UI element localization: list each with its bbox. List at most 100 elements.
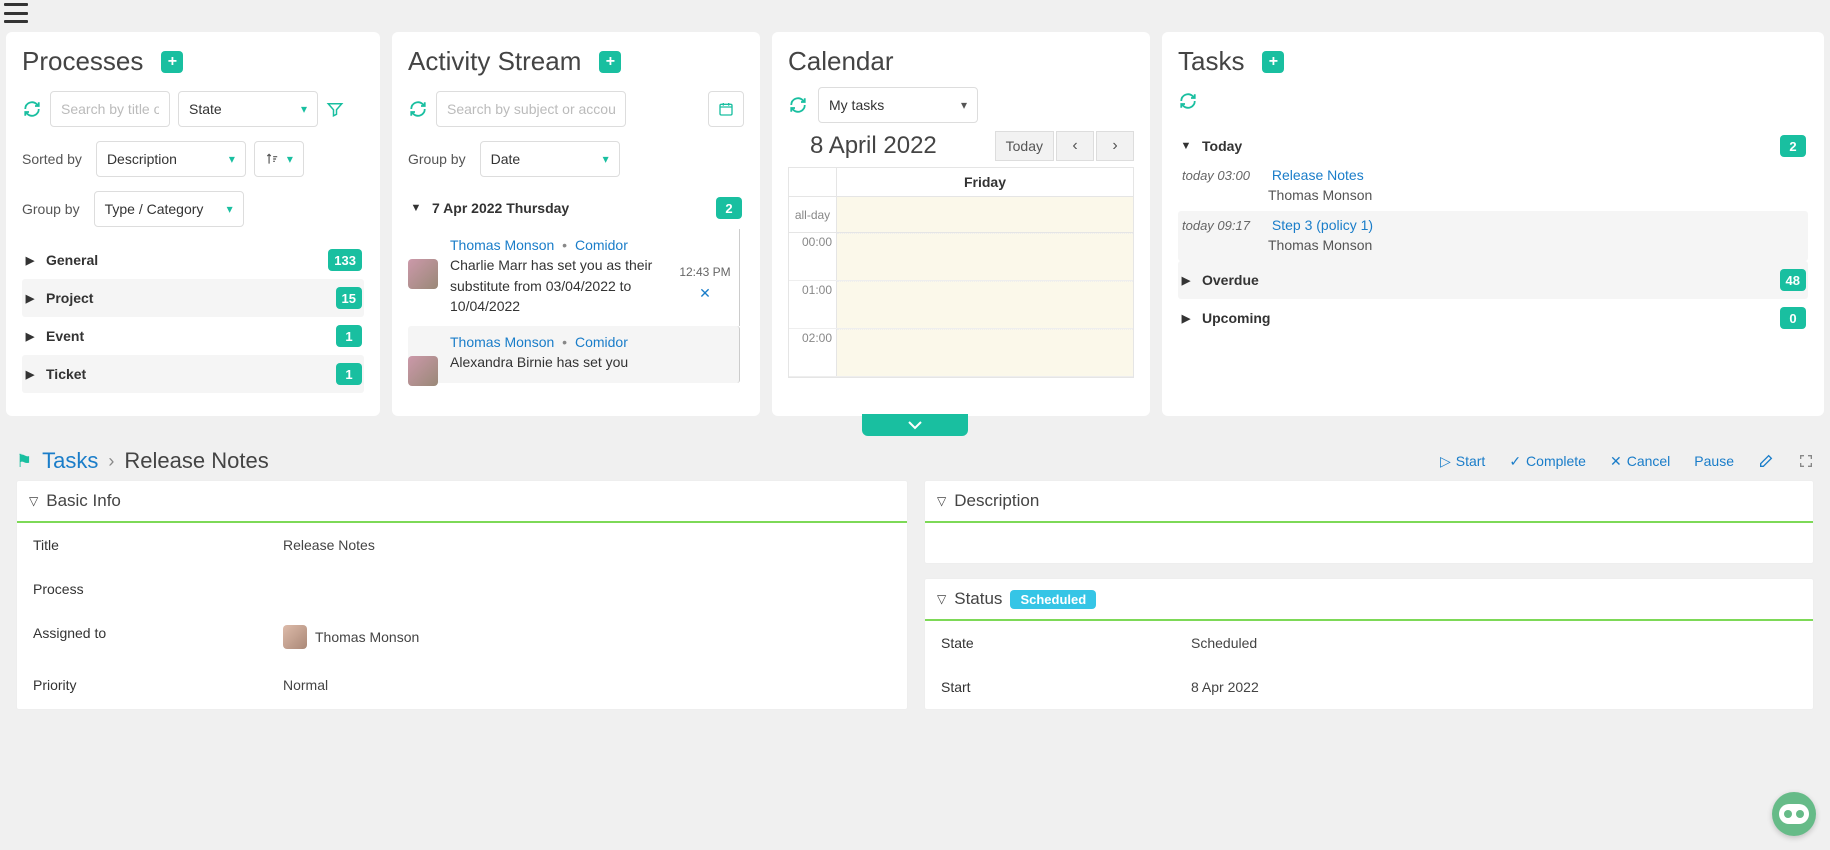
activity-dismiss-icon[interactable]: ✕ — [699, 285, 711, 302]
description-title: Description — [954, 491, 1039, 511]
calendar-time-label: 02:00 — [789, 329, 837, 376]
activity-user-link[interactable]: Thomas Monson — [450, 334, 554, 350]
sort-direction-button[interactable]: ▾ — [254, 141, 304, 177]
activity-group-value: Date — [491, 151, 521, 167]
calendar-next-button[interactable]: › — [1096, 131, 1134, 161]
description-header[interactable]: ▽ Description — [925, 481, 1813, 523]
triangle-down-icon: ▽ — [937, 494, 946, 508]
task-link[interactable]: Release Notes — [1272, 167, 1364, 183]
filter-icon[interactable] — [326, 100, 344, 118]
collapse-dashboard-button[interactable] — [862, 414, 968, 436]
calendar-card: Calendar My tasks ▾ 8 April 2022 Today ‹… — [772, 32, 1150, 416]
sort-select-value: Description — [107, 151, 177, 167]
activity-org-link[interactable]: Comidor — [575, 237, 628, 253]
group-project[interactable]: ▶Project 15 — [22, 279, 364, 317]
tasks-today-count: 2 — [1780, 135, 1806, 157]
field-state-label: State — [941, 635, 1191, 651]
calendar-slot[interactable] — [837, 329, 1133, 376]
calendar-title-text: Calendar — [788, 46, 894, 77]
add-task-button[interactable]: + — [1262, 51, 1284, 73]
processes-search-input[interactable] — [50, 91, 170, 127]
status-section: ▽ Status Scheduled State Scheduled Start… — [924, 578, 1814, 710]
calendar-scope-select[interactable]: My tasks ▾ — [818, 87, 978, 123]
tasks-upcoming-label: Upcoming — [1202, 310, 1270, 326]
status-header[interactable]: ▽ Status Scheduled — [925, 579, 1813, 621]
field-priority-value: Normal — [283, 677, 328, 693]
calendar-day-name: Friday — [837, 168, 1133, 196]
tasks-overdue-count: 48 — [1780, 269, 1806, 291]
edit-icon[interactable] — [1758, 453, 1774, 469]
group-by-label: Group by — [22, 201, 80, 217]
calendar-allday-slot[interactable] — [837, 197, 1133, 232]
sort-select[interactable]: Description ▾ — [96, 141, 246, 177]
calendar-time-label: 01:00 — [789, 281, 837, 328]
processes-card: Processes + State ▾ Sorted by Descriptio… — [6, 32, 380, 416]
calendar-refresh-icon[interactable] — [788, 95, 808, 115]
calendar-prev-button[interactable]: ‹ — [1056, 131, 1094, 161]
field-title-label: Title — [33, 537, 283, 553]
activity-org-link[interactable]: Comidor — [575, 334, 628, 350]
separator-dot: • — [562, 334, 567, 350]
activity-day-header[interactable]: ▼7 Apr 2022 Thursday 2 — [408, 191, 744, 229]
group-label: Ticket — [46, 366, 86, 382]
caret-down-icon: ▼ — [1180, 140, 1192, 152]
flag-icon: ⚑ — [16, 451, 32, 472]
group-event[interactable]: ▶Event 1 — [22, 317, 364, 355]
complete-action[interactable]: ✓Complete — [1509, 453, 1586, 470]
activity-group-select[interactable]: Date ▾ — [480, 141, 620, 177]
calendar-title: Calendar — [788, 46, 1134, 77]
task-item[interactable]: today 03:00 Release Notes Thomas Monson — [1178, 161, 1808, 211]
activity-day-count: 2 — [716, 197, 742, 219]
group-general[interactable]: ▶General 133 — [22, 241, 364, 279]
chevron-down-icon: ▾ — [603, 152, 609, 166]
status-badge: Scheduled — [1010, 590, 1096, 609]
processes-refresh-icon[interactable] — [22, 99, 42, 119]
calendar-today-button[interactable]: Today — [995, 131, 1054, 161]
caret-right-icon: ▶ — [24, 292, 36, 305]
chatbot-button[interactable] — [1772, 792, 1816, 836]
fullscreen-icon[interactable] — [1798, 453, 1814, 469]
state-select[interactable]: State ▾ — [178, 91, 318, 127]
triangle-down-icon: ▽ — [937, 592, 946, 606]
breadcrumb-leaf: Release Notes — [124, 448, 268, 474]
add-process-button[interactable]: + — [161, 51, 183, 73]
caret-down-icon: ▼ — [410, 202, 422, 214]
menu-button[interactable] — [4, 3, 28, 23]
activity-search-input[interactable] — [436, 91, 626, 127]
basic-info-header[interactable]: ▽ Basic Info — [17, 481, 907, 523]
group-select-value: Type / Category — [105, 201, 204, 217]
triangle-down-icon: ▽ — [29, 494, 38, 508]
activity-refresh-icon[interactable] — [408, 99, 428, 119]
tasks-refresh-icon[interactable] — [1178, 91, 1198, 111]
group-label: Event — [46, 328, 84, 344]
cancel-label: Cancel — [1627, 453, 1671, 469]
activity-item[interactable]: Thomas Monson • Comidor Charlie Marr has… — [408, 229, 740, 326]
sorted-by-label: Sorted by — [22, 151, 82, 167]
task-item[interactable]: today 09:17 Step 3 (policy 1) Thomas Mon… — [1178, 211, 1808, 261]
start-action[interactable]: ▷Start — [1440, 453, 1485, 470]
start-label: Start — [1456, 453, 1486, 469]
activity-item[interactable]: Thomas Monson • Comidor Alexandra Birnie… — [408, 326, 740, 383]
calendar-slot[interactable] — [837, 281, 1133, 328]
cancel-action[interactable]: ✕Cancel — [1610, 453, 1670, 470]
task-link[interactable]: Step 3 (policy 1) — [1272, 217, 1373, 233]
breadcrumb-root-link[interactable]: Tasks — [42, 448, 98, 474]
calendar-slot[interactable] — [837, 233, 1133, 280]
basic-info-title: Basic Info — [46, 491, 121, 511]
caret-right-icon: ▶ — [1180, 312, 1192, 325]
activity-user-link[interactable]: Thomas Monson — [450, 237, 554, 253]
group-ticket[interactable]: ▶Ticket 1 — [22, 355, 364, 393]
tasks-overdue-header[interactable]: ▶Overdue 48 — [1178, 261, 1808, 299]
tasks-upcoming-header[interactable]: ▶Upcoming 0 — [1178, 299, 1808, 337]
field-start-value: 8 Apr 2022 — [1191, 679, 1259, 695]
add-activity-button[interactable]: + — [599, 51, 621, 73]
tasks-today-header[interactable]: ▼Today 2 — [1178, 131, 1808, 161]
activity-date-button[interactable] — [708, 91, 744, 127]
caret-right-icon: ▶ — [24, 368, 36, 381]
chatbot-face-icon — [1779, 804, 1809, 824]
pause-action[interactable]: Pause — [1694, 453, 1734, 469]
avatar — [408, 356, 438, 386]
group-select[interactable]: Type / Category ▾ — [94, 191, 244, 227]
description-section: ▽ Description — [924, 480, 1814, 564]
status-title: Status — [954, 589, 1002, 609]
